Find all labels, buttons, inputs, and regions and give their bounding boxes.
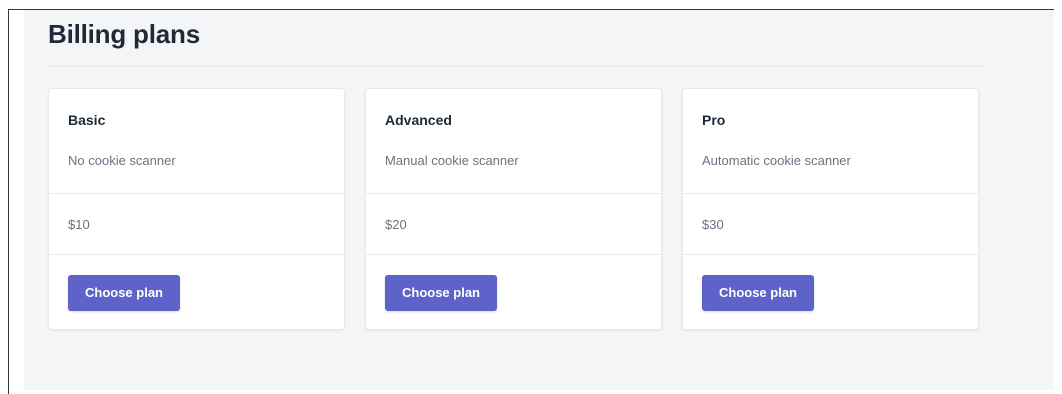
- plan-name: Pro: [702, 112, 726, 128]
- plan-card-actions: Choose plan: [366, 255, 661, 311]
- plan-description: Automatic cookie scanner: [702, 153, 851, 168]
- plan-price: $10: [49, 194, 344, 255]
- window-frame-left: [8, 9, 9, 394]
- plan-price: $30: [683, 194, 978, 255]
- plan-card-header: Basic No cookie scanner: [49, 89, 344, 194]
- plan-description: Manual cookie scanner: [385, 153, 519, 168]
- choose-plan-button-basic[interactable]: Choose plan: [68, 275, 180, 311]
- choose-plan-button-pro[interactable]: Choose plan: [702, 275, 814, 311]
- plan-price: $20: [366, 194, 661, 255]
- plan-card-advanced: Advanced Manual cookie scanner $20 Choos…: [365, 88, 662, 330]
- plan-name: Basic: [68, 112, 106, 128]
- plan-card-actions: Choose plan: [49, 255, 344, 311]
- plan-card-header: Pro Automatic cookie scanner: [683, 89, 978, 194]
- plan-card-actions: Choose plan: [683, 255, 978, 311]
- plan-card-pro: Pro Automatic cookie scanner $30 Choose …: [682, 88, 979, 330]
- plan-card-header: Advanced Manual cookie scanner: [366, 89, 661, 194]
- plan-cards: Basic No cookie scanner $10 Choose plan …: [48, 88, 979, 330]
- title-divider: [48, 66, 984, 67]
- plan-name: Advanced: [385, 112, 452, 128]
- plan-card-basic: Basic No cookie scanner $10 Choose plan: [48, 88, 345, 330]
- page-title: Billing plans: [48, 19, 200, 49]
- choose-plan-button-advanced[interactable]: Choose plan: [385, 275, 497, 311]
- plan-description: No cookie scanner: [68, 153, 176, 168]
